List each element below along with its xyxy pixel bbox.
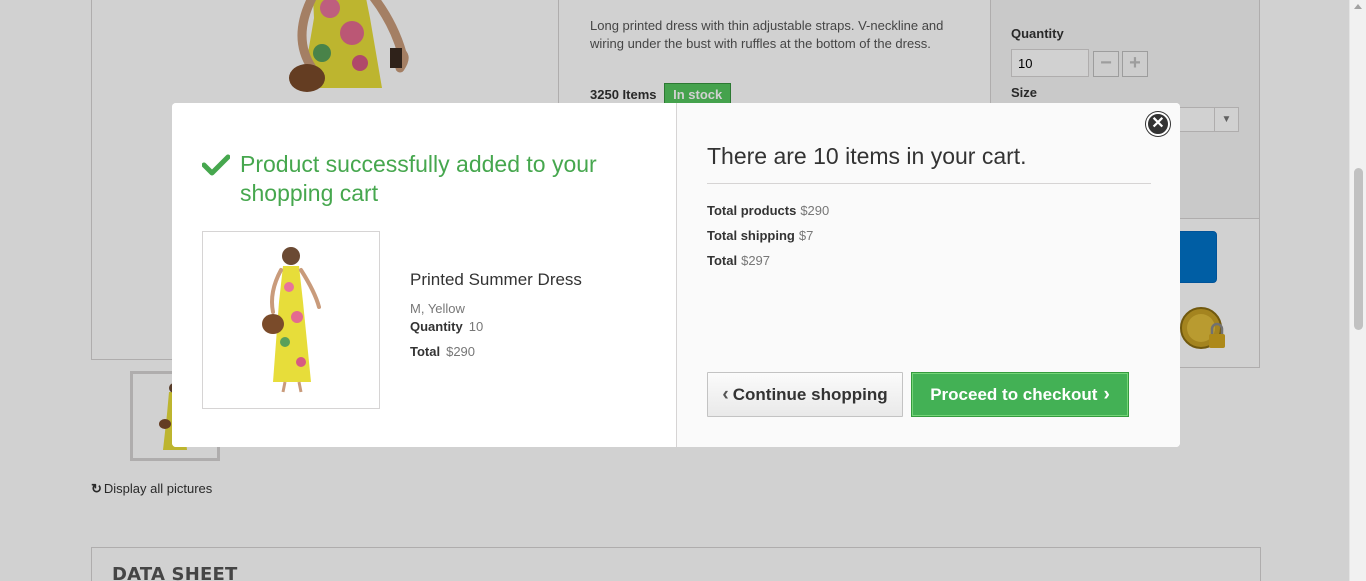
total-value: $290 — [446, 344, 476, 359]
continue-shopping-button[interactable]: ‹ Continue shopping — [707, 372, 903, 417]
success-message: Product successfully added to your shopp… — [240, 151, 597, 206]
total-products-value: $290 — [800, 203, 830, 218]
total-shipping-label: Total shipping — [707, 228, 795, 243]
proceed-to-checkout-button[interactable]: Proceed to checkout › — [911, 372, 1129, 417]
cart-total-label: Total — [707, 253, 738, 268]
chevron-left-icon: ‹ — [722, 384, 729, 405]
dress-model-image — [262, 247, 321, 393]
scrollbar-thumb[interactable] — [1354, 168, 1363, 330]
checkmark-icon — [202, 154, 230, 176]
close-icon[interactable]: ✕ — [1146, 112, 1170, 136]
cart-product-image — [202, 231, 380, 409]
continue-shopping-label: Continue shopping — [732, 385, 888, 404]
cart-product-total: Total $290 — [410, 344, 475, 359]
cart-total-line: Total $297 — [707, 253, 770, 268]
quantity-label: Quantity — [410, 319, 463, 334]
cart-product-attributes: M, Yellow — [410, 301, 465, 316]
add-to-cart-modal: Product successfully added to your shopp… — [172, 103, 1180, 447]
cart-total-value: $297 — [741, 253, 771, 268]
total-label: Total — [410, 344, 441, 359]
quantity-value: 10 — [468, 319, 484, 334]
scroll-up-icon[interactable] — [1354, 4, 1362, 9]
chevron-right-icon: › — [1103, 384, 1110, 405]
cart-product-name: Printed Summer Dress — [410, 270, 582, 289]
proceed-to-checkout-label: Proceed to checkout — [930, 385, 1098, 404]
modal-product-panel: Product successfully added to your shopp… — [172, 103, 676, 447]
total-products-line: Total products $290 — [707, 203, 829, 218]
total-shipping-line: Total shipping $7 — [707, 228, 813, 243]
total-shipping-value: $7 — [798, 228, 814, 243]
page-scrollbar[interactable] — [1349, 0, 1366, 581]
total-products-label: Total products — [707, 203, 797, 218]
cart-product-quantity: Quantity 10 — [410, 319, 483, 334]
cart-item-count: There are 10 items in your cart. — [707, 143, 1027, 169]
divider — [707, 183, 1151, 184]
modal-cart-summary-panel: There are 10 items in your cart. Total p… — [676, 103, 1180, 447]
